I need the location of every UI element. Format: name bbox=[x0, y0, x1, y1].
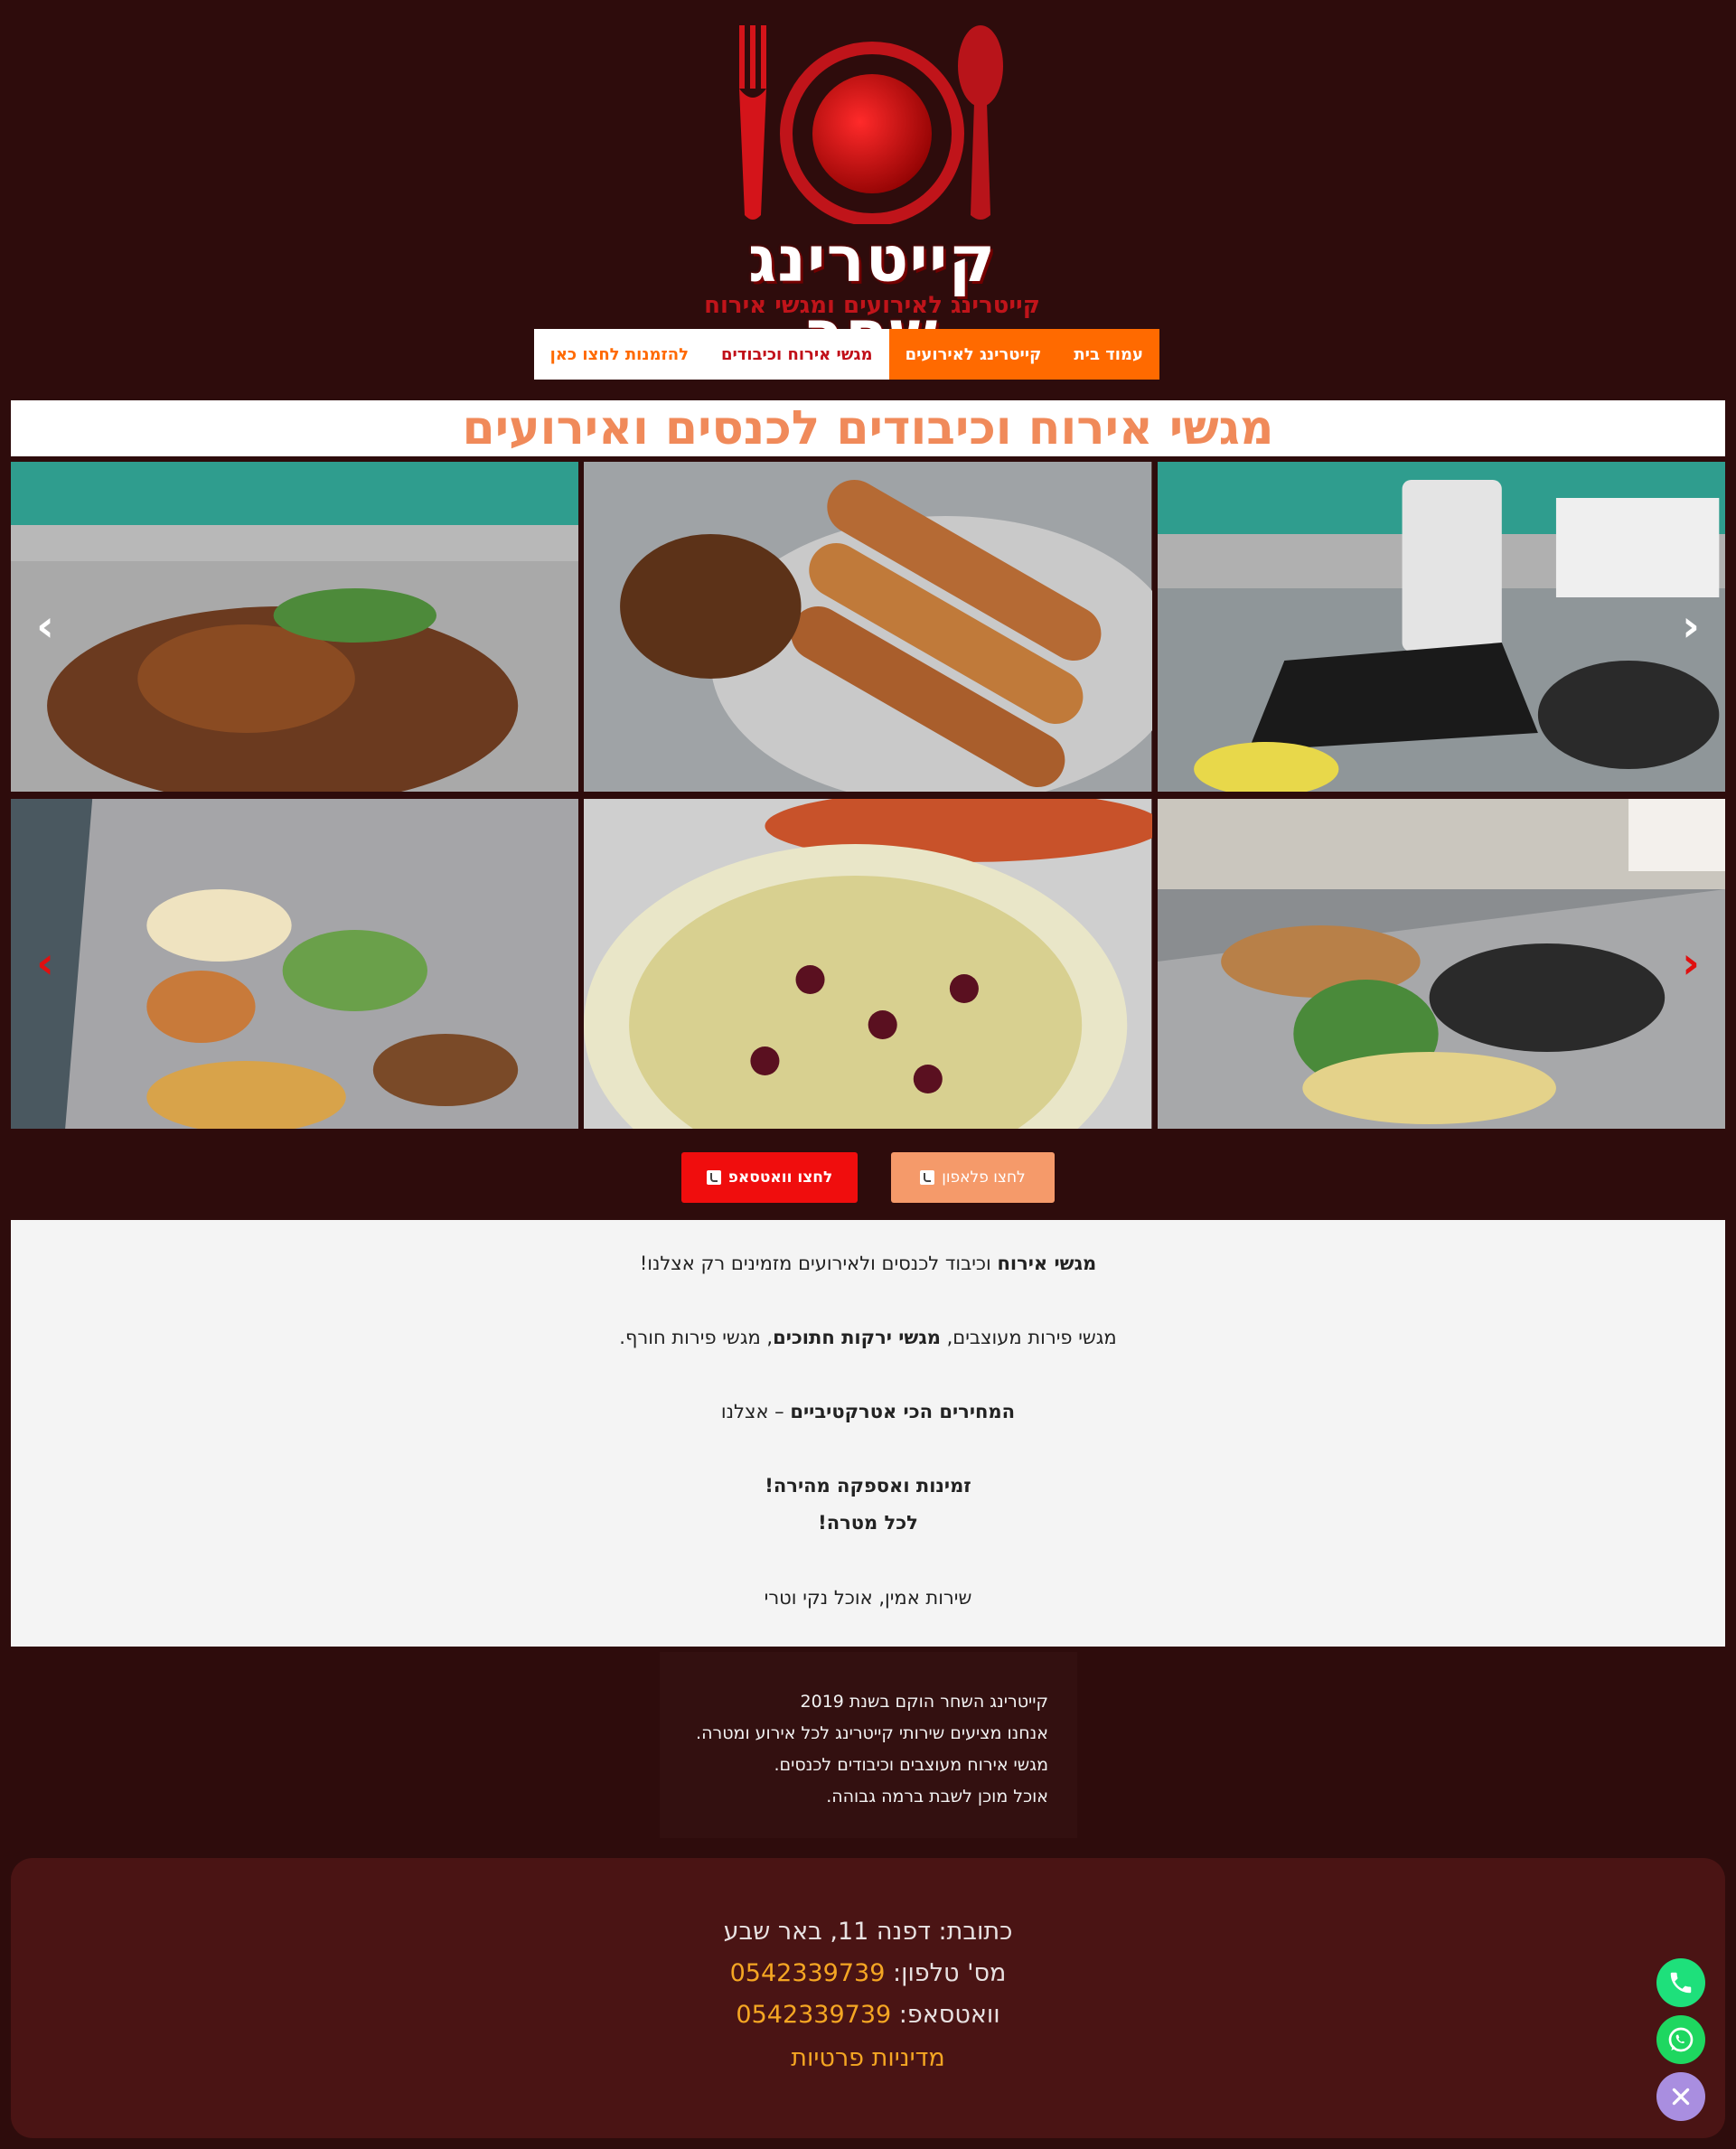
content-line-5: לכל מטרה! bbox=[818, 1512, 918, 1534]
phone-button[interactable]: לחצו פלאפון bbox=[891, 1152, 1055, 1203]
floating-whatsapp-button[interactable] bbox=[1656, 2015, 1705, 2064]
site-logo[interactable]: קייטרינג שחר קייטרינג לאירועים ומגשי איר… bbox=[687, 16, 1057, 371]
gallery-next-arrow-2[interactable]: › bbox=[1673, 936, 1709, 990]
footer-phone: מס' טלפון: 0542339739 bbox=[729, 1959, 1007, 1987]
content-line-1: מגשי אירוח וכיבוד לכנסים ולאירועים מזמינ… bbox=[639, 1253, 1097, 1274]
nav-item-home[interactable]: עמוד בית bbox=[1057, 329, 1159, 380]
content-line-6: שירות אמין, אוכל נקי וטרי bbox=[764, 1587, 972, 1609]
gallery-image-rolls[interactable] bbox=[584, 462, 1152, 792]
privacy-policy-link[interactable]: מדיניות פרטיות bbox=[11, 2044, 1725, 2072]
content-line-2: מגשי פירות מעוצבים, מגשי ירקות חתוכים, מ… bbox=[619, 1327, 1117, 1348]
plate-cutlery-icon bbox=[739, 25, 1003, 224]
gallery-image-buffet-table[interactable]: ‹ bbox=[11, 799, 579, 1129]
footer-whatsapp: וואטסאפ: 0542339739 bbox=[736, 2001, 1000, 2029]
about-line-3: מגשי אירוח מעוצבים וכיבודים לכנסים. bbox=[774, 1755, 1049, 1775]
content-line-4: זמינות ואספקה מהירה! bbox=[765, 1475, 971, 1497]
content-line-3: המחירים הכי אטרקטיביים – אצלנו bbox=[720, 1401, 1016, 1422]
close-icon bbox=[1672, 2088, 1690, 2106]
gallery-prev-arrow-2[interactable]: ‹ bbox=[27, 936, 63, 990]
floating-close-button[interactable] bbox=[1656, 2072, 1705, 2121]
gallery-image-snack-counter[interactable]: › bbox=[1157, 799, 1725, 1129]
gallery-next-arrow[interactable]: › bbox=[1673, 599, 1709, 653]
nav-item-hosting-platters[interactable]: מגשי אירוח וכיבודים bbox=[704, 329, 889, 380]
about-line-1: קייטרינג השחר הוקם בשנת 2019 bbox=[800, 1692, 1048, 1712]
phone-button-label: לחצו פלאפון bbox=[942, 1168, 1026, 1187]
phone-icon bbox=[706, 1170, 721, 1185]
footer-address: כתובת: דפנה 11, באר שבע bbox=[723, 1918, 1013, 1946]
gallery-row-2: ‹ › bbox=[11, 799, 1725, 1129]
whatsapp-button-label: לחצו וואטסאפ bbox=[727, 1168, 833, 1187]
page-title: מגשי אירוח וכיבודים לכנסים ואירועים bbox=[462, 401, 1274, 455]
logo-subtitle: קייטרינג לאירועים ומגשי אירוח bbox=[704, 292, 1040, 319]
phone-icon bbox=[1670, 1972, 1692, 1994]
content-section: מגשי אירוח וכיבוד לכנסים ולאירועים מזמינ… bbox=[11, 1220, 1725, 1647]
whatsapp-icon bbox=[1668, 2027, 1694, 2052]
hero-heading-strip: מגשי אירוח וכיבודים לכנסים ואירועים bbox=[11, 400, 1725, 456]
gallery-image-pastries[interactable]: ‹ bbox=[11, 462, 579, 792]
footer: כתובת: דפנה 11, באר שבע מס' טלפון: 05423… bbox=[11, 1858, 1725, 2138]
nav-item-event-catering[interactable]: קייטרינג לאירועים bbox=[888, 329, 1058, 380]
footer-phone-link[interactable]: 0542339739 bbox=[730, 1959, 886, 1987]
floating-call-button[interactable] bbox=[1656, 1958, 1705, 2007]
gallery-row-1: ‹ › bbox=[11, 462, 1725, 792]
phone-icon bbox=[920, 1170, 935, 1185]
nav-item-order[interactable]: להזמנות לחצו כאן bbox=[533, 329, 705, 380]
whatsapp-button[interactable]: לחצו וואטסאפ bbox=[681, 1152, 858, 1203]
footer-whatsapp-link[interactable]: 0542339739 bbox=[736, 2001, 891, 2029]
about-section: קייטרינג השחר הוקם בשנת 2019 אנחנו מציעי… bbox=[660, 1652, 1077, 1838]
about-line-4: אוכל מוכן לשבת ברמה גבוהה. bbox=[826, 1787, 1048, 1806]
main-nav: עמוד בית קייטרינג לאירועים מגשי אירוח וכ… bbox=[533, 329, 1159, 380]
about-line-2: אנחנו מציעים שירותי קייטרינג לכל אירוע ו… bbox=[696, 1723, 1048, 1743]
gallery-image-salad[interactable] bbox=[584, 799, 1152, 1129]
gallery-image-coffee-station[interactable]: › bbox=[1157, 462, 1725, 792]
gallery-prev-arrow[interactable]: ‹ bbox=[27, 599, 63, 653]
